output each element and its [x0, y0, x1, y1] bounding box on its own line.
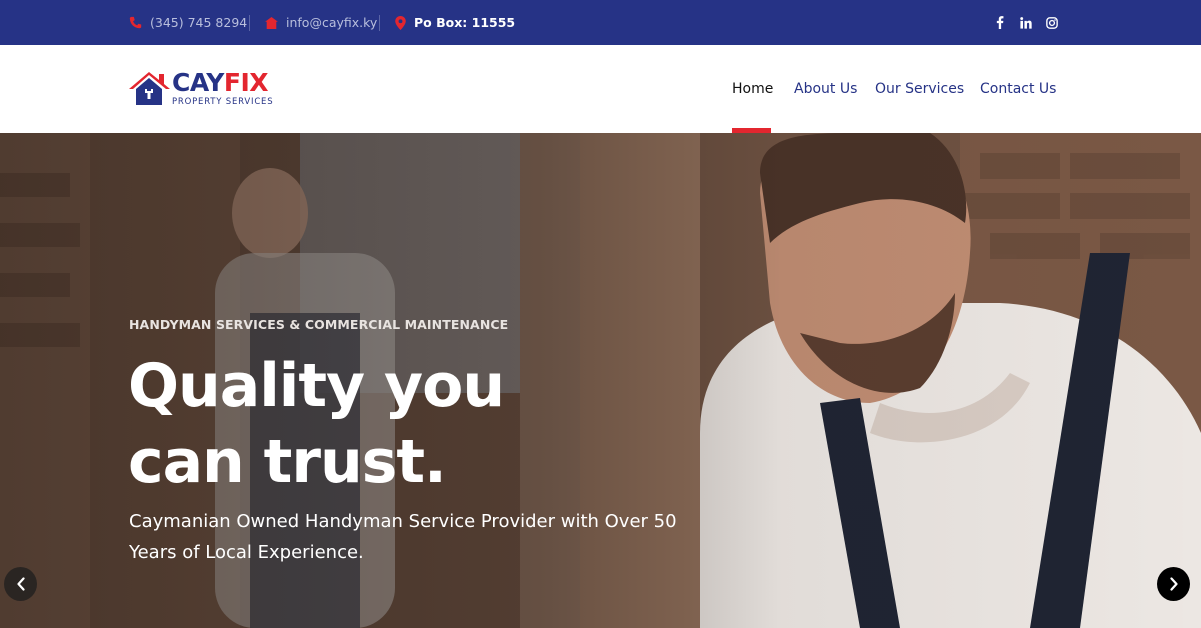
hero-headline: Quality you can trust.: [128, 348, 505, 500]
chevron-left-icon: [16, 577, 25, 591]
headline-line-2: can trust.: [128, 424, 504, 500]
phone-icon: [129, 16, 142, 29]
top-bar: (345) 745 8294 info@cayfix.ky Po Box: 11…: [0, 0, 1201, 45]
chevron-right-icon: [1169, 577, 1178, 591]
house-logo-icon: [129, 72, 170, 105]
home-icon: [265, 16, 278, 29]
nav-item-home[interactable]: Home: [732, 45, 773, 133]
headline-bold: trust.: [263, 427, 447, 497]
phone-contact[interactable]: (345) 745 8294: [129, 0, 247, 45]
email-address: info@cayfix.ky: [286, 15, 378, 30]
hero-subtext: Caymanian Owned Handyman Service Provide…: [129, 511, 677, 563]
headline-line-1: Quality you: [128, 351, 505, 421]
po-box: Po Box: 11555: [395, 0, 515, 45]
logo-word-fix: FIX: [223, 68, 269, 97]
nav-link-contact[interactable]: Contact Us: [980, 81, 1056, 97]
logo-word-cay: CAY: [172, 68, 224, 97]
divider: [249, 15, 250, 31]
headline-plain: can: [128, 427, 264, 497]
linkedin-icon: [1020, 16, 1032, 29]
slider-next-button[interactable]: [1157, 567, 1190, 601]
email-contact[interactable]: info@cayfix.ky: [265, 0, 377, 45]
hero-slider: HANDYMAN SERVICES & COMMERCIAL MAINTENAN…: [0, 133, 1201, 628]
facebook-icon: [996, 16, 1004, 29]
hero-kicker: HANDYMAN SERVICES & COMMERCIAL MAINTENAN…: [129, 317, 509, 332]
slider-prev-button[interactable]: [4, 567, 37, 601]
logo-subtitle: PROPERTY SERVICES: [172, 97, 274, 107]
map-pin-icon: [395, 15, 406, 30]
logo-wordmark: CAYFIX: [172, 68, 269, 97]
nav-item-services[interactable]: Our Services: [875, 45, 964, 133]
cayfix-logo[interactable]: CAYFIX PROPERTY SERVICES: [128, 69, 288, 109]
nav-link-about[interactable]: About Us: [794, 81, 857, 97]
nav-item-contact[interactable]: Contact Us: [980, 45, 1056, 133]
instagram-icon: [1046, 16, 1058, 29]
instagram-link[interactable]: [1046, 0, 1058, 45]
nav-link-services[interactable]: Our Services: [875, 81, 964, 97]
site-header: CAYFIX PROPERTY SERVICES Home About Us O…: [0, 45, 1201, 133]
linkedin-link[interactable]: [1020, 0, 1032, 45]
po-box-text: Po Box: 11555: [414, 15, 516, 30]
phone-number: (345) 745 8294: [150, 15, 248, 30]
divider: [379, 15, 380, 31]
nav-link-home[interactable]: Home: [732, 81, 773, 97]
nav-item-about[interactable]: About Us: [794, 45, 857, 133]
facebook-link[interactable]: [996, 0, 1004, 45]
